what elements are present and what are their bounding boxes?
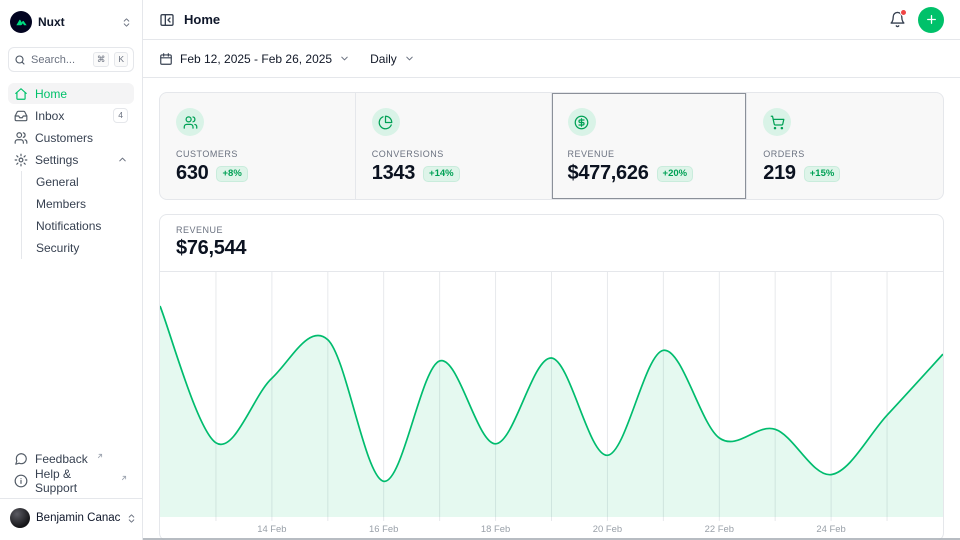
- stat-label: CONVERSIONS: [372, 149, 535, 159]
- search-placeholder: Search...: [31, 54, 88, 66]
- sidebar-item-label: Notifications: [36, 219, 101, 233]
- x-axis-tick-label: 18 Feb: [481, 524, 510, 535]
- help-support-label: Help & Support: [35, 467, 112, 495]
- external-link-icon: [120, 474, 128, 482]
- sidebar-item-members[interactable]: Members: [30, 193, 134, 215]
- kbd-cmd: ⌘: [93, 52, 110, 66]
- chart-total-value: $76,544: [176, 237, 927, 260]
- stat-label: ORDERS: [763, 149, 927, 159]
- app-window: Nuxt Search... ⌘ K Home: [0, 0, 960, 540]
- collapse-sidebar-icon[interactable]: [159, 12, 175, 28]
- inbox-icon: [14, 109, 28, 123]
- sidebar-item-general[interactable]: General: [30, 171, 134, 193]
- user-menu[interactable]: Benjamin Canac: [0, 498, 142, 532]
- filters-toolbar: Feb 12, 2025 - Feb 26, 2025 Daily: [143, 40, 960, 78]
- revenue-area-chart[interactable]: 14 Feb 16 Feb 18 Feb 20 Feb 22 Feb 24 Feb: [160, 272, 943, 540]
- sidebar-item-security[interactable]: Security: [30, 237, 134, 259]
- external-link-icon: [96, 452, 104, 460]
- stat-value: 1343: [372, 162, 415, 185]
- stat-card-conversions[interactable]: CONVERSIONS 1343 +14%: [356, 93, 552, 199]
- calendar-icon: [159, 52, 173, 66]
- x-axis-tick-label: 20 Feb: [593, 524, 622, 535]
- stat-value: 219: [763, 162, 795, 185]
- delta-badge: +20%: [657, 166, 694, 182]
- users-icon: [176, 108, 204, 136]
- users-icon: [14, 131, 28, 145]
- sidebar-item-home[interactable]: Home: [8, 83, 134, 104]
- revenue-chart-card: REVENUE $76,544 14 Feb 16 Feb 18 Feb 20 Feb…: [159, 214, 944, 540]
- top-header: Home: [143, 0, 960, 40]
- pie-chart-icon: [372, 108, 400, 136]
- delta-badge: +15%: [804, 166, 841, 182]
- stat-label: CUSTOMERS: [176, 149, 339, 159]
- sidebar-item-notifications[interactable]: Notifications: [30, 215, 134, 237]
- chevrons-up-down-icon: [126, 513, 137, 524]
- sidebar-footer: Feedback Help & Support Benjamin Canac: [8, 448, 134, 532]
- sidebar-item-label: Security: [36, 241, 79, 255]
- header-actions: [889, 7, 944, 33]
- stat-value: $477,626: [568, 162, 649, 185]
- sidebar-top: Nuxt Search... ⌘ K Home: [8, 9, 134, 259]
- add-button[interactable]: [918, 7, 944, 33]
- page-title: Home: [184, 12, 220, 27]
- delta-badge: +8%: [216, 166, 247, 182]
- x-axis-tick-label: 14 Feb: [257, 524, 286, 535]
- granularity-select[interactable]: Daily: [370, 52, 415, 66]
- stat-card-orders[interactable]: ORDERS 219 +15%: [747, 93, 943, 199]
- sidebar-nav: Home Inbox 4 Customers: [8, 83, 134, 259]
- stat-label: REVENUE: [568, 149, 731, 159]
- sidebar-item-label: General: [36, 175, 79, 189]
- gear-icon: [14, 153, 28, 167]
- notifications-bell-icon[interactable]: [889, 11, 906, 28]
- sidebar-item-label: Inbox: [35, 109, 64, 123]
- sidebar-item-settings[interactable]: Settings: [8, 149, 134, 170]
- sidebar-item-label: Home: [35, 87, 67, 101]
- workspace-name: Nuxt: [38, 15, 115, 29]
- sidebar-item-label: Settings: [35, 153, 78, 167]
- info-icon: [14, 474, 28, 488]
- avatar: [10, 508, 30, 528]
- stat-card-revenue[interactable]: REVENUE $477,626 +20%: [552, 93, 748, 199]
- chevron-down-icon: [339, 53, 350, 64]
- chart-header: REVENUE $76,544: [160, 215, 943, 272]
- main-panel: Home Feb 12, 2025 - Feb 26, 2025: [143, 0, 960, 540]
- stat-card-customers[interactable]: CUSTOMERS 630 +8%: [160, 93, 356, 199]
- workspace-switcher[interactable]: Nuxt: [8, 9, 134, 35]
- chevron-down-icon: [404, 53, 415, 64]
- inbox-count-badge: 4: [113, 108, 128, 123]
- nuxt-logo-icon: [10, 11, 32, 33]
- dashboard-content: CUSTOMERS 630 +8% CONVERSIONS 1343 +14%: [143, 78, 960, 540]
- chevrons-up-down-icon: [121, 17, 132, 28]
- sidebar-item-label: Members: [36, 197, 86, 211]
- x-axis-tick-label: 22 Feb: [705, 524, 734, 535]
- help-support-link[interactable]: Help & Support: [8, 470, 134, 491]
- sidebar-item-label: Customers: [35, 131, 93, 145]
- chat-icon: [14, 452, 28, 466]
- search-input[interactable]: Search... ⌘ K: [8, 47, 134, 72]
- feedback-label: Feedback: [35, 452, 88, 466]
- sidebar: Nuxt Search... ⌘ K Home: [0, 0, 143, 540]
- date-range-value: Feb 12, 2025 - Feb 26, 2025: [180, 52, 332, 66]
- delta-badge: +14%: [423, 166, 460, 182]
- notification-dot: [900, 9, 907, 16]
- user-name: Benjamin Canac: [36, 512, 120, 524]
- settings-submenu: General Members Notifications Security: [21, 171, 134, 259]
- x-axis-tick-label: 24 Feb: [816, 524, 845, 535]
- cart-icon: [763, 108, 791, 136]
- granularity-value: Daily: [370, 52, 397, 66]
- chevron-up-icon: [117, 154, 128, 165]
- dollar-circle-icon: [568, 108, 596, 136]
- chart-series-label: REVENUE: [176, 225, 927, 235]
- search-icon: [14, 54, 26, 66]
- sidebar-item-customers[interactable]: Customers: [8, 127, 134, 148]
- x-axis-tick-label: 16 Feb: [369, 524, 398, 535]
- stat-value: 630: [176, 162, 208, 185]
- date-range-picker[interactable]: Feb 12, 2025 - Feb 26, 2025: [159, 52, 350, 66]
- sidebar-item-inbox[interactable]: Inbox 4: [8, 105, 134, 126]
- stat-cards-group: CUSTOMERS 630 +8% CONVERSIONS 1343 +14%: [159, 92, 944, 200]
- home-icon: [14, 87, 28, 101]
- kbd-k: K: [114, 52, 128, 66]
